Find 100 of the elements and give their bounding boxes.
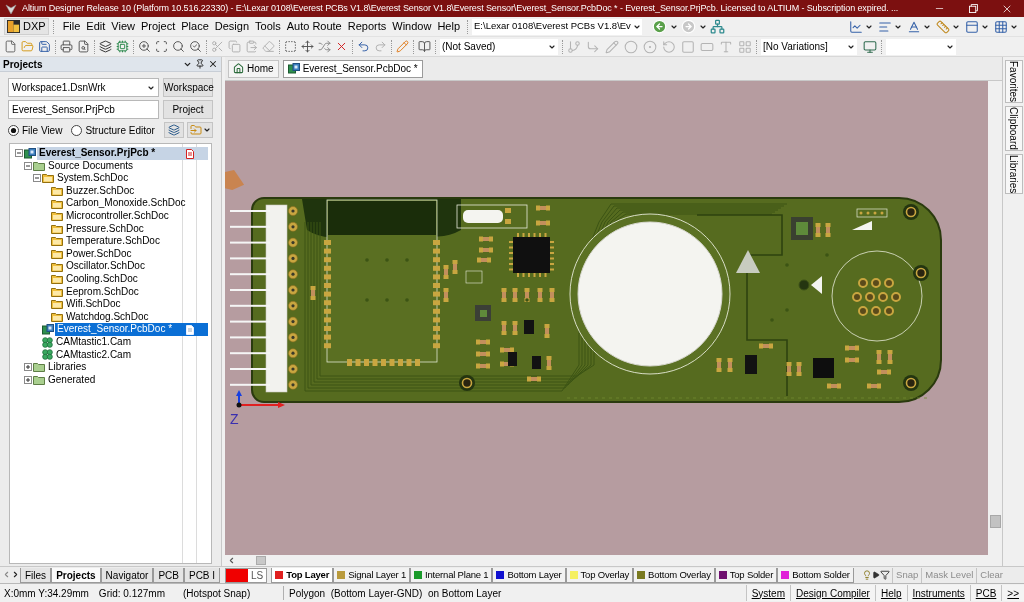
panel-tab[interactable]: PCB I (183, 568, 221, 583)
workspace-dropdown[interactable]: Workspace1.DsnWrk (8, 78, 159, 97)
layer-tab[interactable]: Top Overlay (565, 568, 634, 583)
panel-tab[interactable]: PCB (153, 568, 184, 583)
scrollbar-thumb[interactable] (256, 556, 266, 565)
circle-dot-icon[interactable] (643, 39, 657, 54)
file-icon[interactable] (4, 40, 17, 53)
search-check-icon[interactable] (189, 40, 202, 53)
layer-tab[interactable]: Bottom Layer (492, 568, 566, 583)
status-bar-button[interactable]: >> (1001, 585, 1024, 601)
project-field[interactable]: Everest_Sensor.PrjPcb (8, 100, 159, 119)
scrollbar-thumb[interactable] (989, 515, 1001, 528)
panel-tab[interactable]: Files (20, 568, 52, 583)
layer-tab[interactable]: Bottom Solder (777, 568, 854, 583)
tree-item[interactable]: Source Documents (46, 159, 208, 173)
tree-item[interactable]: Cooling.SchDoc (64, 272, 208, 286)
view-radio[interactable]: File View (8, 122, 63, 138)
tree-item[interactable]: CAMtastic1.Cam (54, 335, 208, 349)
side-panel-tab[interactable]: Clipboard (1004, 106, 1023, 151)
plus-box-icon[interactable] (24, 376, 32, 384)
tree-item[interactable]: System.SchDoc (55, 172, 208, 185)
tree-item[interactable]: Everest_Sensor.PrjPcb * (37, 147, 208, 160)
menu-item[interactable]: Tools (252, 18, 284, 35)
monitor-icon[interactable] (863, 39, 877, 54)
panel-tab[interactable]: Projects (51, 568, 101, 583)
book-icon[interactable] (418, 40, 431, 53)
document-state-dropdown[interactable]: (Not Saved) (440, 38, 558, 55)
current-layer-button[interactable]: LS (225, 567, 268, 583)
close-icon[interactable] (208, 59, 218, 69)
status-bar-button[interactable]: System (745, 585, 790, 601)
variations-dropdown[interactable]: [No Variations] (761, 38, 857, 55)
layer-tab[interactable]: Top Solder (714, 568, 778, 583)
play-icon[interactable] (872, 571, 881, 579)
chevron-left-icon[interactable] (227, 556, 236, 565)
tree-item[interactable]: Carbon_Monoxide.SchDoc (64, 197, 208, 210)
caret-icon[interactable] (202, 126, 211, 134)
chart-icon[interactable] (849, 19, 863, 34)
file-search-icon[interactable] (77, 40, 90, 53)
menu-item[interactable]: View (108, 18, 138, 35)
layer-tab[interactable]: Signal Layer 1 (333, 568, 411, 583)
layers-button[interactable] (164, 122, 184, 138)
radio-icon[interactable] (8, 124, 19, 136)
zoom-area-icon[interactable] (155, 40, 168, 53)
pcb-canvas[interactable]: Z (225, 81, 988, 555)
layer-tab[interactable]: Bottom Overlay (633, 568, 715, 583)
filter-icon[interactable] (880, 570, 891, 580)
panel-icon[interactable] (965, 19, 979, 34)
home-button[interactable]: Home (228, 59, 279, 78)
tree-item[interactable]: Everest_Sensor.PcbDoc * (55, 323, 208, 336)
panel-tab[interactable]: Navigator (100, 568, 154, 583)
save-icon[interactable] (38, 40, 51, 53)
tree-item[interactable]: Oscillator.SchDoc (64, 260, 208, 273)
chevron-right-icon[interactable] (11, 570, 20, 579)
tree-item[interactable]: Microcontroller.SchDoc (64, 209, 208, 223)
minus-box-icon[interactable] (33, 174, 41, 183)
restore-icon[interactable] (968, 4, 978, 13)
document-tab[interactable]: Everest_Sensor.PcbDoc * (282, 59, 423, 78)
layers-icon[interactable] (99, 40, 112, 53)
project-button[interactable]: Project (163, 100, 213, 119)
minus-box-icon[interactable] (24, 161, 32, 170)
side-panel-tab[interactable]: Favorites (1004, 60, 1023, 104)
tree-item[interactable]: Pressure.SchDoc (64, 222, 208, 236)
path-dropdown[interactable]: E:\Lexar 0108\Everest PCBs V1.8\Ev (472, 18, 642, 35)
menu-item[interactable]: Auto Route (283, 18, 345, 35)
view-radio[interactable]: Structure Editor (71, 122, 155, 138)
pencil-icon[interactable] (396, 40, 409, 53)
radio-icon[interactable] (71, 124, 83, 136)
move-icon[interactable] (301, 40, 314, 53)
menu-item[interactable]: Project (138, 18, 179, 35)
tree-item[interactable]: CAMtastic2.Cam (54, 348, 208, 362)
baseline-icon[interactable] (907, 19, 921, 34)
pin-icon[interactable] (195, 59, 205, 69)
status-bar-button[interactable]: Help (874, 585, 907, 601)
menu-item[interactable]: Place (178, 18, 212, 35)
network-icon[interactable] (709, 19, 725, 34)
tree-item[interactable]: Power.SchDoc (64, 247, 208, 261)
menu-item[interactable]: File (59, 18, 84, 35)
tree-item[interactable]: Libraries (46, 361, 208, 374)
layer-tab[interactable]: Internal Plane 1 (410, 568, 493, 583)
dxp-menu-button[interactable]: DXP (4, 18, 49, 35)
select-area-icon[interactable] (284, 40, 297, 53)
layer-tab[interactable]: Top Layer (271, 568, 334, 583)
zoom-in-icon[interactable] (138, 40, 151, 53)
menu-item[interactable]: Window (389, 18, 435, 35)
search-icon[interactable] (172, 40, 185, 53)
tree-item[interactable]: Buzzer.SchDoc (64, 184, 208, 198)
plus-box-icon[interactable] (24, 363, 32, 372)
tree-item[interactable]: Watchdog.SchDoc (64, 310, 208, 324)
status-bar-button[interactable]: Design Compiler (790, 585, 875, 601)
status-bar-button[interactable]: PCB (969, 585, 1002, 601)
menu-item[interactable]: Design (211, 18, 252, 35)
shuffle-icon[interactable] (318, 40, 331, 53)
clear-icon[interactable] (335, 40, 348, 53)
workspace-button[interactable]: Workspace (163, 78, 213, 97)
tree-item[interactable]: Wifi.SchDoc (64, 298, 208, 311)
tree-item[interactable]: Eeprom.SchDoc (64, 285, 208, 299)
menu-item[interactable]: Reports (344, 18, 390, 35)
chip-icon[interactable] (116, 40, 129, 53)
side-panel-tab[interactable]: Libraries (1004, 153, 1023, 195)
tree-item[interactable]: Generated (46, 373, 208, 387)
